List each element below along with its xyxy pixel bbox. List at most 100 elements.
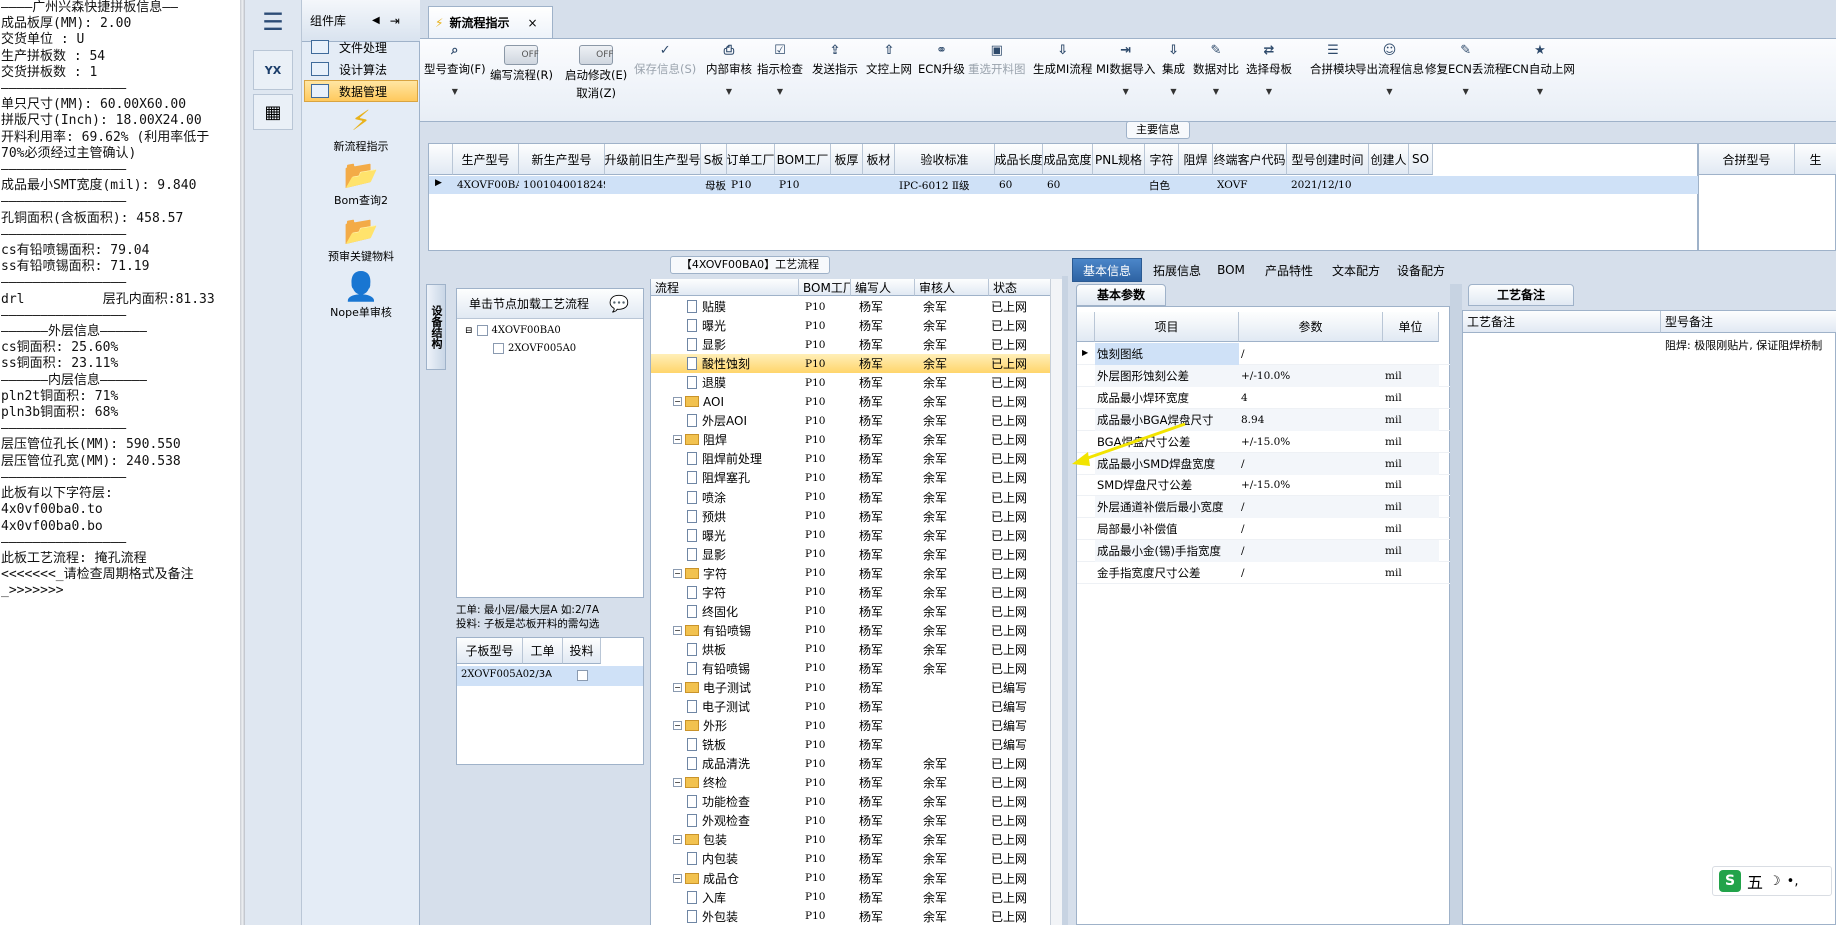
flow-scrollbar[interactable] — [1050, 279, 1062, 925]
flow-row[interactable]: − 成品仓 P10 杨军 余军 已上网 — [651, 869, 1051, 888]
collapse-icon[interactable]: − — [673, 873, 682, 883]
column-header[interactable]: 成品长度 — [995, 144, 1043, 175]
table-row[interactable]: 2XOVF005A0 2/3A — [457, 666, 643, 686]
toggle-switch[interactable]: OFF — [579, 45, 614, 65]
collapse-icon[interactable]: − — [673, 625, 682, 635]
ribbon-button-11[interactable]: ⇩ 生成MI流程 — [1033, 43, 1092, 119]
param-value-cell[interactable]: / — [1239, 496, 1383, 519]
column-header[interactable]: BOM工厂 — [799, 279, 851, 296]
flow-row[interactable]: − AOI P10 杨军 余军 已上网 — [651, 392, 1051, 411]
column-header[interactable]: 流程 — [651, 279, 799, 296]
flow-row[interactable]: − 字符 P10 杨军 余军 已上网 — [651, 564, 1051, 583]
flow-row[interactable]: 有铅喷锡 P10 杨军 余军 已上网 — [651, 659, 1051, 678]
column-header[interactable]: 板厚 — [831, 144, 863, 175]
collapse-icon[interactable]: − — [673, 435, 682, 445]
flow-row[interactable]: 酸性蚀刻 P10 杨军 余军 已上网 — [651, 354, 1051, 374]
tool-new-flow[interactable]: ⚡ 新流程指示 — [302, 104, 420, 154]
ribbon-button-12[interactable]: ⇥ MI数据导入 ▼ — [1096, 43, 1155, 119]
column-header[interactable]: PNL规格 — [1093, 144, 1145, 175]
flow-row[interactable]: 喷涂 P10 杨军 余军 已上网 — [651, 488, 1051, 507]
column-header[interactable]: 板材 — [863, 144, 895, 175]
pane-splitter[interactable] — [1450, 284, 1462, 925]
ribbon-button-9[interactable]: ⚭ ECN升级 — [918, 43, 965, 119]
column-header[interactable]: BOM工厂 — [775, 144, 831, 175]
params-grid[interactable]: 项目 参数 单位 ▶ 蚀刻图纸 / 外层图形蚀刻公差 +/-10.0% mil 成品最小焊环宽度 4… — [1076, 306, 1451, 925]
ime-toolbar[interactable]: S 五 ☽ •, — [1712, 866, 1832, 896]
column-header[interactable]: 工艺备注 — [1463, 311, 1661, 333]
flow-row[interactable]: 内包装 P10 杨军 余军 已上网 — [651, 849, 1051, 868]
flow-row[interactable]: 烘板 P10 杨军 余军 已上网 — [651, 640, 1051, 659]
tab-process-remarks[interactable]: 工艺备注 — [1468, 284, 1574, 306]
column-header[interactable]: 参数 — [1239, 312, 1383, 342]
param-row[interactable]: 外层通道补偿后最小宽度 / mil — [1077, 496, 1451, 519]
dropdown-arrow-icon[interactable]: ▼ — [452, 87, 458, 96]
tab-new-flow[interactable]: ⚡ 新流程指示 × — [428, 6, 553, 38]
param-value-cell[interactable]: / — [1239, 518, 1383, 540]
param-value-cell[interactable]: +/-15.0% — [1239, 474, 1383, 496]
ribbon-button-3[interactable]: OFF 启动修改(E) 取消(Z) — [565, 43, 627, 119]
pin-icon[interactable]: ⇥ — [390, 14, 400, 28]
dropdown-arrow-icon[interactable]: ▼ — [1386, 87, 1392, 96]
param-value-cell[interactable]: / — [1239, 562, 1383, 584]
param-value-cell[interactable]: / — [1239, 343, 1383, 365]
flow-row[interactable]: 退膜 P10 杨军 余军 已上网 — [651, 373, 1051, 392]
tree-node-child[interactable]: 2XOVF005A0 — [493, 343, 576, 354]
node-checkbox[interactable] — [493, 343, 504, 354]
model-tree[interactable]: 单击节点加载工艺流程 💬 ⊟ 4XOVF00BA0 2XOVF005A0 — [456, 288, 644, 598]
tab-basic-params[interactable]: 基本参数 — [1076, 284, 1166, 306]
flow-row[interactable]: 外包装 P10 杨军 余军 已上网 — [651, 907, 1051, 925]
column-header[interactable]: 状态 — [989, 279, 1051, 296]
flow-row[interactable]: 阻焊塞孔 P10 杨军 余军 已上网 — [651, 468, 1051, 487]
collapse-icon[interactable]: − — [673, 721, 682, 731]
tab-device-structure[interactable]: 设备结构 — [426, 284, 446, 370]
ribbon-button-8[interactable]: ⇧ 文控上网 — [866, 43, 912, 119]
flow-row[interactable]: 入库 P10 杨军 余军 已上网 — [651, 888, 1051, 907]
column-header[interactable]: 终端客户代码 — [1213, 144, 1287, 175]
merge-model-grid[interactable]: 合拼型号生 — [1698, 143, 1836, 251]
feed-checkbox[interactable] — [577, 670, 588, 681]
column-header[interactable]: 生产型号 — [453, 144, 519, 175]
param-value-cell[interactable]: +/-15.0% — [1239, 431, 1383, 453]
dropdown-arrow-icon[interactable]: ▼ — [1123, 87, 1129, 96]
column-header[interactable]: 投料 — [563, 638, 601, 664]
param-row[interactable]: 金手指宽度尺寸公差 / mil — [1077, 562, 1451, 584]
ribbon-button-4[interactable]: ✓ 保存信息(S) — [634, 43, 696, 119]
collapse-icon[interactable]: − — [673, 683, 682, 692]
param-value-cell[interactable]: / — [1239, 452, 1383, 475]
flow-row[interactable]: 功能检查 P10 杨军 余军 已上网 — [651, 792, 1051, 811]
ribbon-sub-label[interactable]: 取消(Z) — [576, 85, 616, 101]
flow-row[interactable]: 成品清洗 P10 杨军 余军 已上网 — [651, 754, 1051, 773]
ribbon-button-13[interactable]: ⇩ 集成 ▼ — [1162, 43, 1185, 119]
tool-bom-query[interactable]: 📂 Bom查询2 — [302, 158, 420, 208]
component-item-file[interactable]: 文件处理 — [304, 36, 418, 58]
pane-splitter[interactable] — [1062, 276, 1068, 925]
param-row[interactable]: ▶ 蚀刻图纸 / — [1077, 343, 1451, 365]
tab-1[interactable]: 基本信息 — [1072, 258, 1142, 282]
tab-5[interactable]: 文本配方 — [1326, 258, 1386, 282]
tab-4[interactable]: 产品特性 — [1256, 258, 1322, 282]
column-header[interactable]: 订单工厂 — [727, 144, 775, 175]
column-header[interactable]: 合拼型号 — [1699, 144, 1795, 175]
component-item-data[interactable]: 数据管理 — [304, 80, 418, 102]
tab-3[interactable]: BOM — [1210, 258, 1252, 282]
moon-icon[interactable]: ☽ — [1769, 874, 1781, 889]
column-header[interactable]: 升级前旧生产型号 — [605, 144, 701, 175]
dropdown-arrow-icon[interactable]: ▼ — [777, 87, 783, 96]
close-icon[interactable]: × — [527, 16, 537, 30]
notepad-text-area[interactable]: ————广州兴森快捷拼板信息—— 成品板厚(MM): 2.00 交货单位 : U 生产… — [0, 0, 243, 925]
param-row[interactable]: SMD焊盘尺寸公差 +/-15.0% mil — [1077, 474, 1451, 497]
flow-row[interactable]: 电子测试 P10 杨军 已编写 — [651, 697, 1051, 716]
flow-row[interactable]: 阻焊前处理 P10 杨军 余军 已上网 — [651, 449, 1051, 468]
sub-board-grid[interactable]: 子板型号 工单 投料 2XOVF005A0 2/3A — [456, 637, 644, 765]
flow-row[interactable]: 外层AOI P10 杨军 余军 已上网 — [651, 411, 1051, 430]
collapse-icon[interactable]: − — [673, 835, 682, 845]
yx-app-icon[interactable]: YX — [253, 50, 293, 90]
collapse-arrow-icon[interactable]: ◀ — [372, 15, 380, 26]
flow-row[interactable]: 贴膜 P10 杨军 余军 已上网 — [651, 297, 1051, 316]
ribbon-button-17[interactable]: ☺ 导出流程信息 ▼ — [1355, 43, 1424, 119]
ribbon-button-6[interactable]: ☑ 指示检查 ▼ — [757, 43, 803, 119]
ribbon-button-2[interactable]: OFF 编写流程(R) — [490, 43, 553, 119]
column-header[interactable]: 编写人 — [851, 279, 915, 296]
calculator-icon[interactable]: ▦ — [253, 94, 293, 130]
toggle-switch[interactable]: OFF — [504, 45, 539, 65]
